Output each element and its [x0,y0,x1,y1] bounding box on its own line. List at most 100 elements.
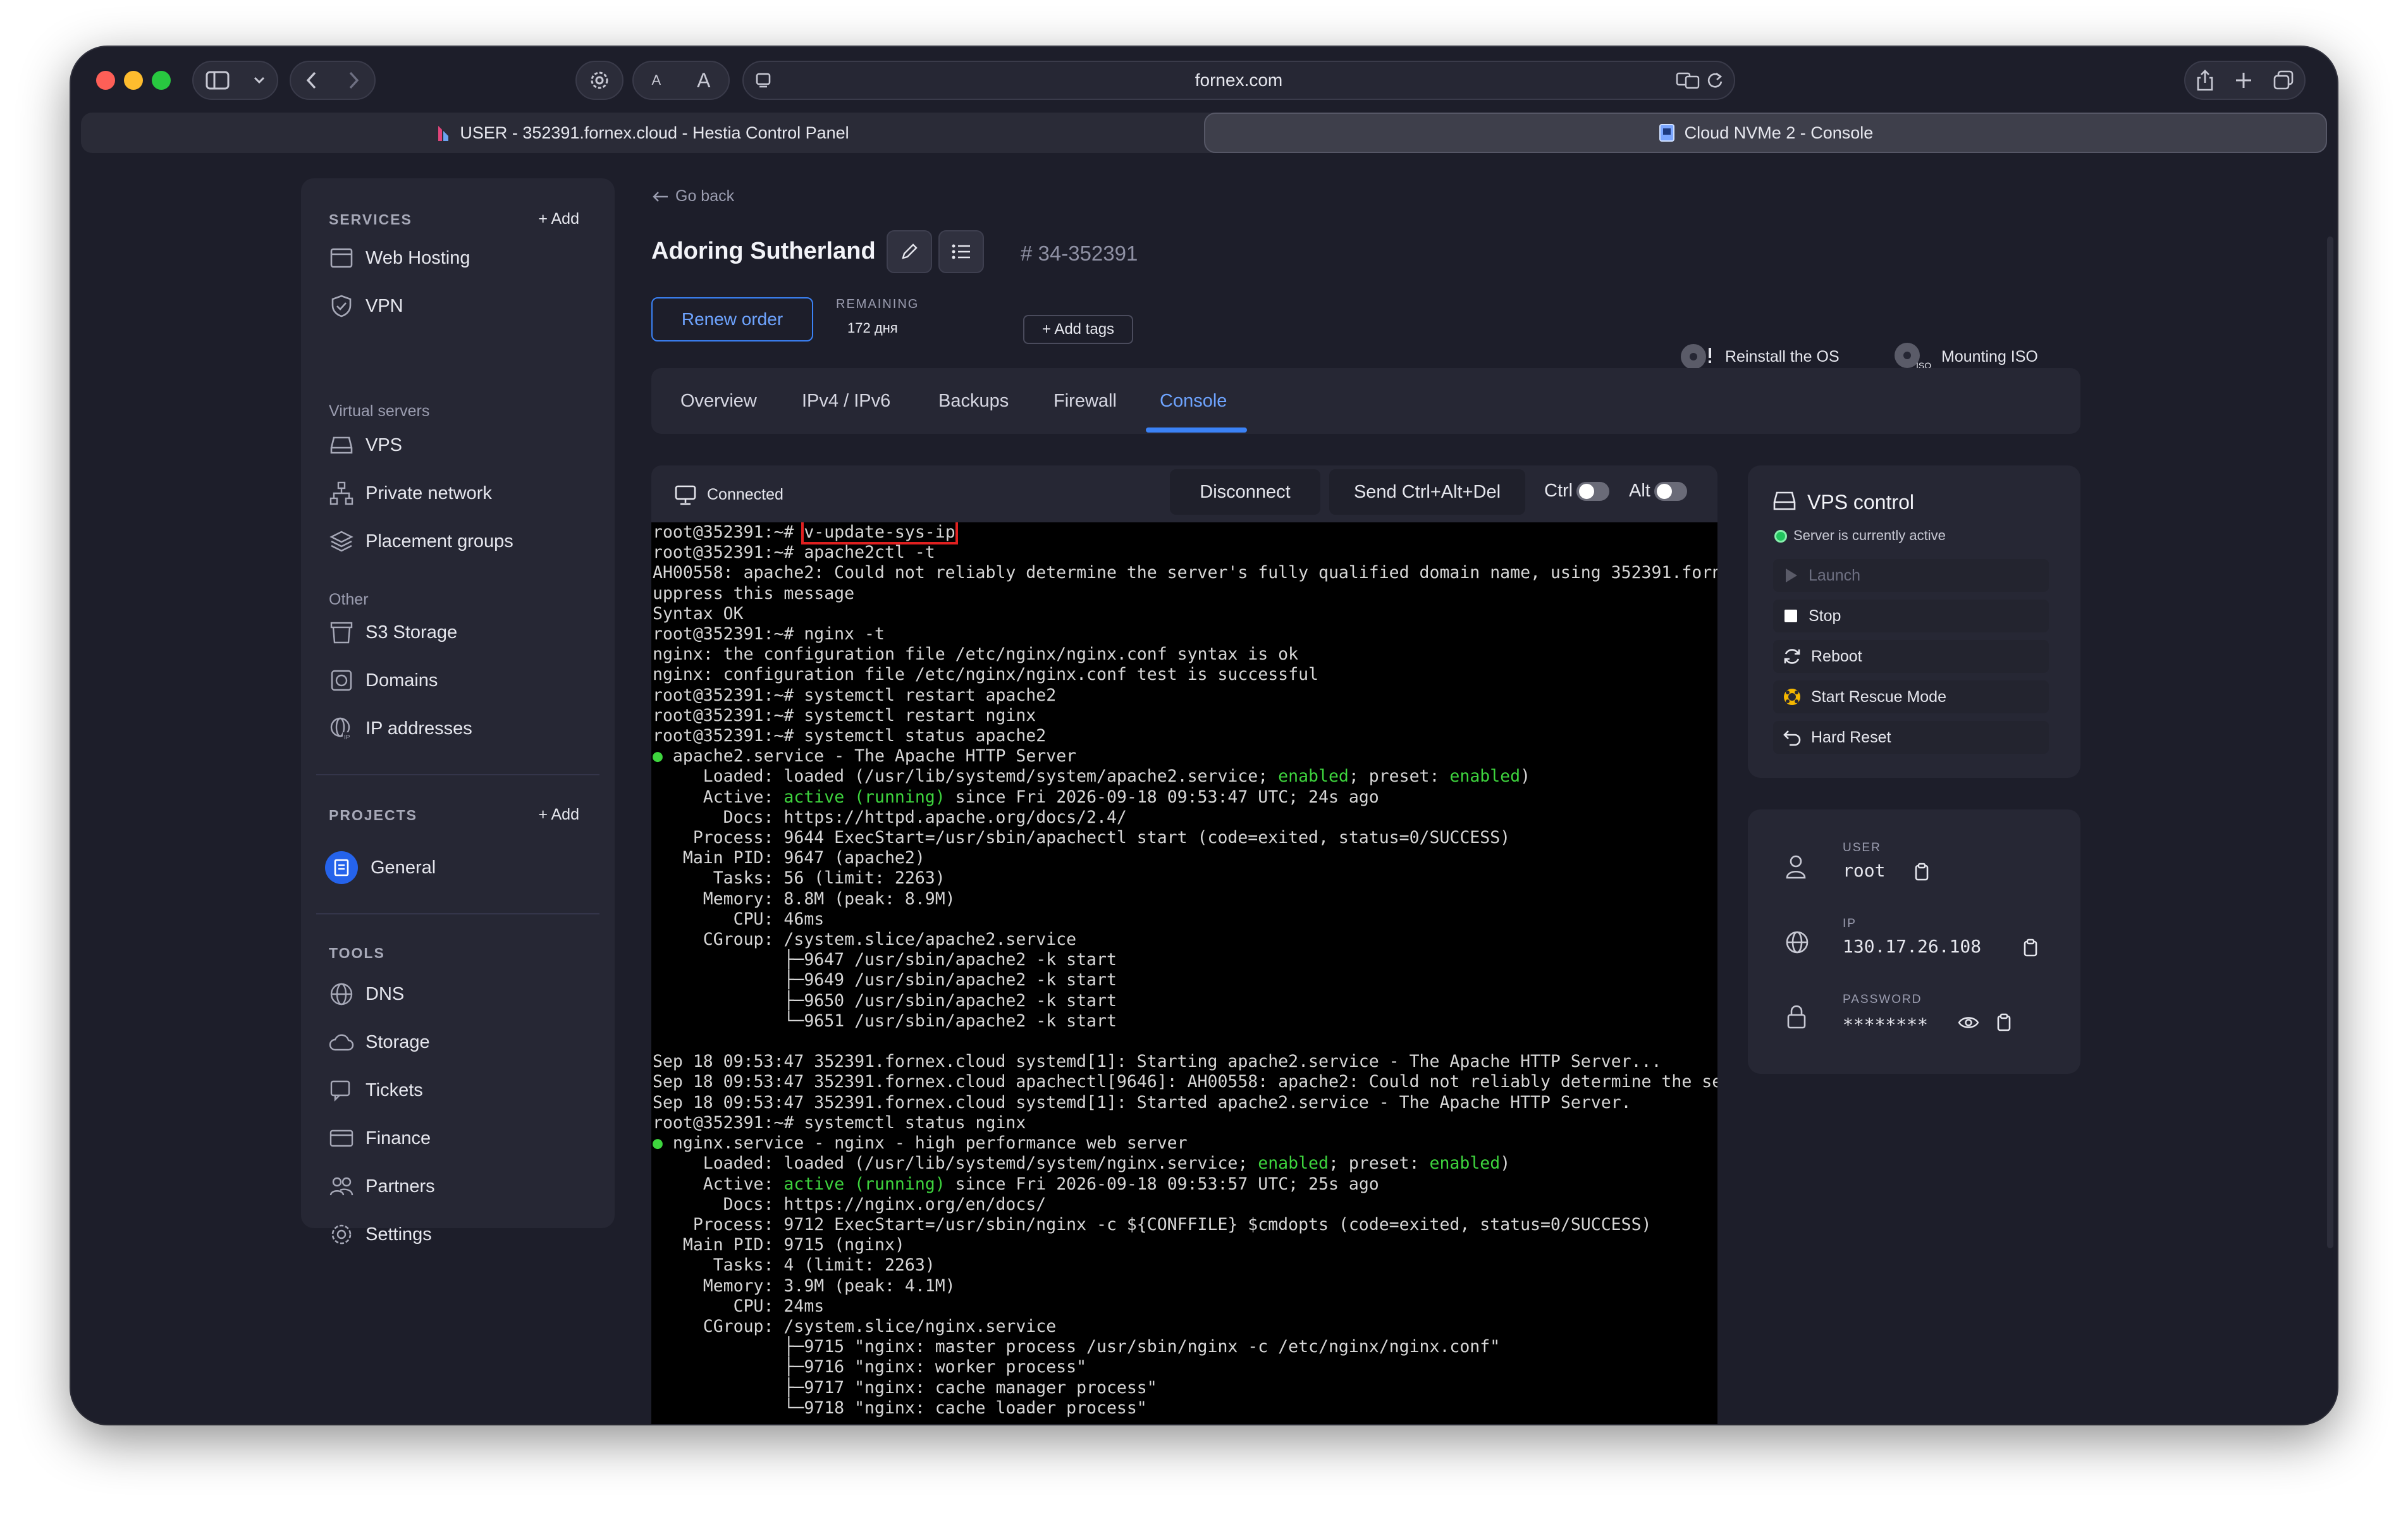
server-id: # 34-352391 [1021,242,1138,265]
sidebar-toggle-button[interactable] [192,61,278,100]
sidebar-item-storage[interactable]: Storage [329,1026,430,1059]
sidebar-item-ip-addresses[interactable]: IP IP addresses [329,712,472,745]
terminal-text: AH00558: apache2: Could not reliably det… [653,563,1717,583]
window-actions [2184,61,2306,100]
stop-button[interactable]: Stop [1773,600,2049,632]
terminal-screen[interactable]: root@352391:~# v-update-sys-ip root@3523… [651,522,1717,1424]
lock-icon [1787,1005,1806,1029]
terminal-text: └─9718 "nginx: cache loader process" [653,1398,1147,1418]
sidebar-item-web-hosting[interactable]: Web Hosting [329,242,470,274]
close-window-button[interactable] [96,71,115,90]
terminal-line: root@352391:~# apache2ctl -t [653,543,935,562]
sidebar-item-settings[interactable]: Settings [329,1218,432,1251]
send-ctrl-alt-del-button[interactable]: Send Ctrl+Alt+Del [1329,469,1525,515]
terminal-text: ├─9650 /usr/sbin/apache2 -k start [653,990,1117,1011]
sidebar-item-vpn[interactable]: VPN [329,290,403,323]
zoom-window-button[interactable] [152,71,171,90]
sidebar-item-label: S3 Storage [366,622,458,643]
disconnect-button[interactable]: Disconnect [1170,469,1320,515]
sidebar-item-finance[interactable]: Finance [329,1122,431,1155]
renew-order-button[interactable]: Renew order [651,297,813,341]
hard-reset-button[interactable]: Hard Reset [1773,721,2049,754]
terminal-text: ├─9715 "nginx: master process /usr/sbin/… [653,1337,1501,1357]
font-smaller-button[interactable]: A [651,72,661,89]
tab-console[interactable]: Console [1160,391,1227,412]
browser-window: A A fornex.com USER - 352391.fornex.clou… [71,47,2337,1424]
server-status: Server is currently active [1793,527,1946,543]
sidebar-item-partners[interactable]: Partners [329,1170,435,1203]
tab-label: USER - 352391.fornex.cloud - Hestia Cont… [460,123,849,142]
rescue-mode-button[interactable]: Start Rescue Mode [1773,680,2049,713]
forward-arrow-icon[interactable] [347,71,360,90]
tab-overview-icon[interactable] [2273,70,2294,91]
go-back-link[interactable]: Go back [651,187,734,206]
tab-firewall[interactable]: Firewall [1054,391,1117,412]
terminal-text: CPU: 24ms [653,1296,825,1316]
action-label: Reboot [1811,647,1862,665]
tab-console[interactable]: Cloud NVMe 2 - Console [1204,113,2327,153]
copy-icon[interactable] [1996,1013,2012,1032]
tab-ipv4-ipv6[interactable]: IPv4 / IPv6 [802,391,890,412]
add-project-button[interactable]: + Add [538,806,579,824]
add-service-button[interactable]: + Add [538,210,579,228]
settings-button[interactable] [575,61,624,100]
ip-label: IP [1843,917,1857,930]
terminal-line: ● apache2.service - The Apache HTTP Serv… [653,746,1076,766]
sidebar-item-s3-storage[interactable]: S3 Storage [329,616,457,649]
sidebar-item-private-network[interactable]: Private network [329,477,492,510]
server-menu-button[interactable] [938,230,984,273]
network-icon [329,481,353,505]
terminal-line: root@352391:~# systemctl status apache2 [653,726,1046,746]
alt-label: Alt [1629,481,1650,501]
gear-icon [591,71,608,89]
terminal-line: nginx: the configuration file /etc/nginx… [653,644,1298,664]
address-bar[interactable]: fornex.com [742,61,1735,100]
terminal-line: Loaded: loaded (/usr/lib/systemd/system/… [653,1153,1510,1173]
minimize-window-button[interactable] [124,71,143,90]
ctrl-toggle[interactable]: Ctrl [1544,481,1610,501]
tab-hestia[interactable]: USER - 352391.fornex.cloud - Hestia Cont… [81,113,1204,153]
terminal-text: ; preset: [1328,1153,1430,1174]
terminal-text: since Fri 2026-09-18 09:53:47 UTC; 24s a… [945,787,1379,807]
new-tab-icon[interactable] [2234,71,2253,90]
tab-overview[interactable]: Overview [680,391,757,412]
terminal-output: root@352391:~# v-update-sys-ip root@3523… [651,522,1717,1418]
page-scrollbar[interactable] [2327,237,2333,1248]
reboot-button[interactable]: Reboot [1773,640,2049,673]
alt-switch[interactable] [1654,481,1687,501]
tab-bar: USER - 352391.fornex.cloud - Hestia Cont… [81,113,2327,153]
sidebar-item-domains[interactable]: Domains [329,664,438,697]
terminal-text: Active: [653,1174,784,1194]
copy-icon[interactable] [1914,863,1930,882]
other-title: Other [329,591,369,608]
copy-icon[interactable] [2022,938,2039,957]
add-tags-button[interactable]: + Add tags [1023,315,1133,344]
terminal-text: ├─9717 "nginx: cache manager process" [653,1377,1157,1398]
edit-name-button[interactable] [887,230,932,273]
mounting-label: Mounting ISO [1941,347,2038,366]
back-arrow-icon[interactable] [305,71,318,90]
reload-icon[interactable] [1706,71,1724,89]
vps-control-panel: VPS control Server is currently active L… [1748,465,2080,778]
action-label: Hard Reset [1811,728,1891,746]
ctrl-switch[interactable] [1576,481,1610,501]
console-header: Connected Disconnect Send Ctrl+Alt+Del C… [651,465,1717,522]
sidebar-item-general[interactable]: General [324,851,436,884]
share-icon[interactable] [2196,69,2214,92]
font-larger-button[interactable]: A [697,69,710,92]
sidebar-item-dns[interactable]: DNS [329,978,404,1011]
terminal-line: root@352391:~# systemctl restart nginx [653,706,1036,725]
sidebar-item-vps[interactable]: VPS [329,429,402,462]
sidebar-item-label: Settings [366,1224,432,1245]
terminal-text: nginx: the configuration file /etc/nginx… [653,644,1299,665]
terminal-text: Main PID: 9715 (nginx) [653,1235,905,1255]
alt-toggle[interactable]: Alt [1629,481,1687,501]
tab-backups[interactable]: Backups [938,391,1009,412]
terminal-line: root@352391:~# systemctl status nginx [653,1113,1026,1133]
eye-icon[interactable] [1958,1014,1979,1031]
sidebar-item-placement-groups[interactable]: Placement groups [329,525,513,558]
page-menu-icon[interactable] [754,71,773,90]
sidebar-item-tickets[interactable]: Tickets [329,1074,423,1107]
translate-icon[interactable] [1676,71,1701,90]
terminal-line: ├─9716 "nginx: worker process" [653,1357,1086,1377]
